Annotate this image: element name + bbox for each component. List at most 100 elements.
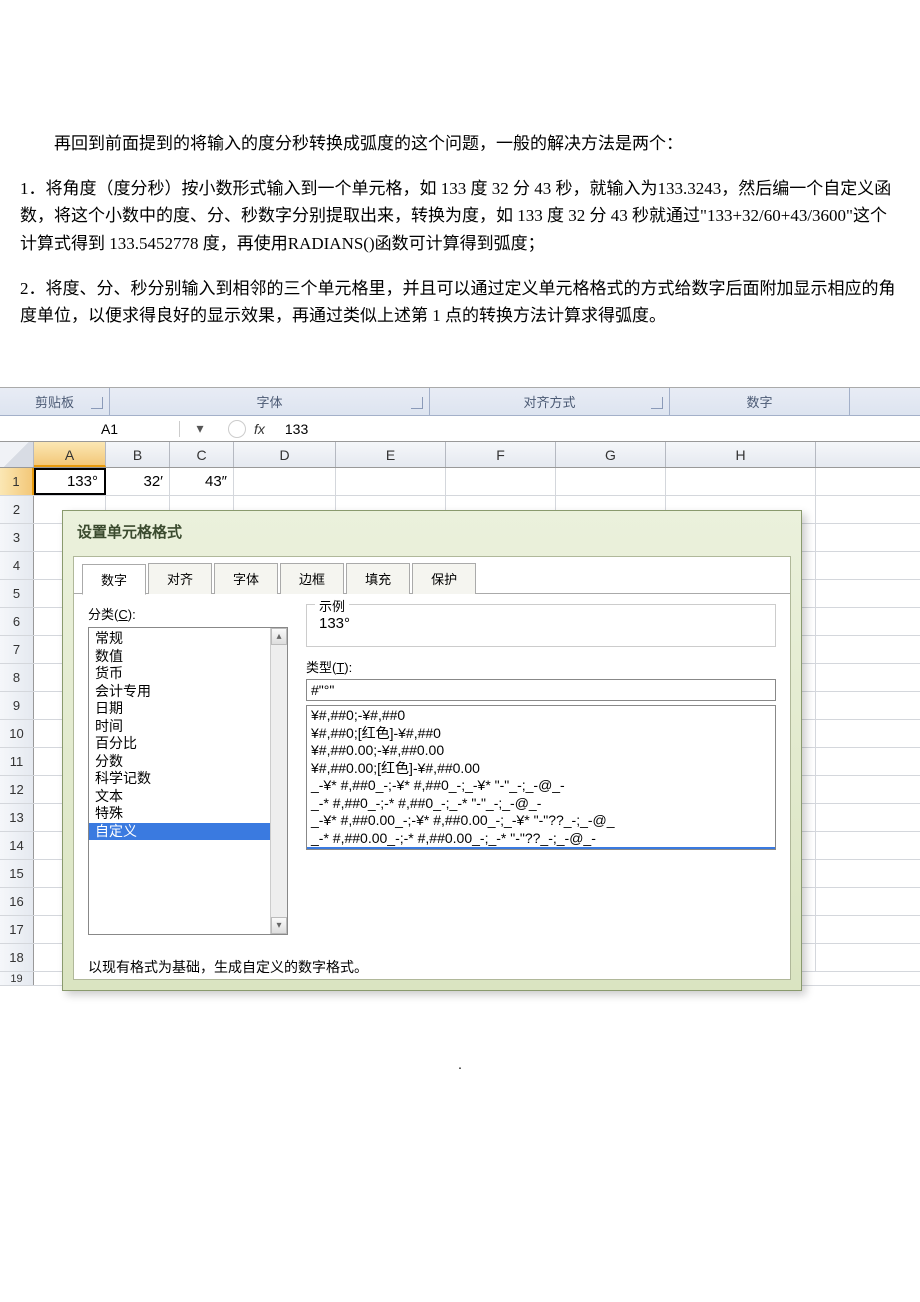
ribbon-group-font[interactable]: 字体 — [110, 388, 430, 415]
page-footer: . — [0, 1028, 920, 1084]
select-all-corner[interactable] — [0, 442, 34, 467]
category-item[interactable]: 特殊 — [89, 805, 287, 823]
type-listbox[interactable]: ¥#,##0;-¥#,##0 ¥#,##0;[红色]-¥#,##0 ¥#,##0… — [306, 705, 776, 850]
column-header-b[interactable]: B — [106, 442, 170, 467]
excel-screenshot: 剪贴板 字体 对齐方式 数字 A1 ▾ fx 133 A B C D E — [0, 387, 920, 1028]
category-label: 分类(C): — [88, 604, 288, 623]
row-header[interactable]: 3 — [0, 524, 34, 551]
category-scrollbar[interactable]: ▴ ▾ — [270, 628, 287, 934]
document-body: 再回到前面提到的将输入的度分秒转换成弧度的这个问题，一般的解决方法是两个： 1．… — [0, 0, 920, 387]
ribbon-font-label: 字体 — [256, 392, 282, 411]
row-header[interactable]: 2 — [0, 496, 34, 523]
category-item[interactable]: 百分比 — [89, 735, 287, 753]
column-header-a[interactable]: A — [34, 442, 106, 467]
name-box[interactable]: A1 — [0, 421, 180, 437]
example-label: 示例 — [315, 596, 349, 615]
ribbon-number-label: 数字 — [746, 392, 772, 411]
type-item[interactable]: _-* #,##0.00_-;-* #,##0.00_-;_-* "-"??_-… — [307, 830, 775, 848]
cell-b1[interactable]: 32′ — [106, 468, 170, 495]
tab-protection[interactable]: 保护 — [412, 563, 476, 594]
tab-font[interactable]: 字体 — [214, 563, 278, 594]
type-input[interactable] — [306, 679, 776, 701]
row-header[interactable]: 5 — [0, 580, 34, 607]
column-header-c[interactable]: C — [170, 442, 234, 467]
cell-a1[interactable]: 133° — [34, 468, 106, 495]
ribbon-group-alignment[interactable]: 对齐方式 — [430, 388, 670, 415]
row-header[interactable]: 17 — [0, 916, 34, 943]
fx-icon[interactable]: fx — [254, 421, 265, 437]
cell[interactable] — [666, 468, 816, 495]
namebox-dropdown-icon[interactable]: ▾ — [180, 420, 220, 437]
category-listbox[interactable]: 常规 数值 货币 会计专用 日期 时间 百分比 分数 科学记数 文本 特殊 — [88, 627, 288, 935]
row-header[interactable]: 13 — [0, 804, 34, 831]
cell[interactable] — [556, 468, 666, 495]
dialog-launcher-icon[interactable] — [411, 397, 423, 409]
category-item[interactable]: 常规 — [89, 630, 287, 648]
row-header[interactable]: 8 — [0, 664, 34, 691]
row-header[interactable]: 7 — [0, 636, 34, 663]
dialog-launcher-icon[interactable] — [91, 397, 103, 409]
category-item-custom[interactable]: 自定义 — [89, 823, 287, 841]
spreadsheet-grid[interactable]: 1 133° 32′ 43″ 2 3 4 5 6 7 8 9 10 11 12 … — [0, 468, 920, 1028]
scroll-up-icon[interactable]: ▴ — [271, 628, 287, 645]
format-cells-dialog: 设置单元格格式 数字 对齐 字体 边框 填充 保护 分类(C): — [62, 510, 802, 991]
column-header-g[interactable]: G — [556, 442, 666, 467]
formula-bar[interactable]: 133 — [285, 421, 308, 437]
row-header[interactable]: 19 — [0, 972, 34, 985]
scroll-down-icon[interactable]: ▾ — [271, 917, 287, 934]
category-item[interactable]: 数值 — [89, 648, 287, 666]
dialog-note: 以现有格式为基础，生成自定义的数字格式。 — [74, 951, 790, 979]
type-item-selected[interactable]: #"°" — [307, 847, 775, 850]
row-header[interactable]: 6 — [0, 608, 34, 635]
ribbon-group-number[interactable]: 数字 — [670, 388, 850, 415]
ribbon-group-clipboard[interactable]: 剪贴板 — [0, 388, 110, 415]
row-header[interactable]: 10 — [0, 720, 34, 747]
tab-fill[interactable]: 填充 — [346, 563, 410, 594]
type-item[interactable]: _-¥* #,##0.00_-;-¥* #,##0.00_-;_-¥* "-"?… — [307, 812, 775, 830]
row-header[interactable]: 11 — [0, 748, 34, 775]
type-item[interactable]: ¥#,##0.00;-¥#,##0.00 — [307, 742, 775, 760]
row-header[interactable]: 16 — [0, 888, 34, 915]
type-item[interactable]: ¥#,##0;-¥#,##0 — [307, 707, 775, 725]
category-item[interactable]: 会计专用 — [89, 683, 287, 701]
tab-border[interactable]: 边框 — [280, 563, 344, 594]
category-item[interactable]: 日期 — [89, 700, 287, 718]
column-header-f[interactable]: F — [446, 442, 556, 467]
cell[interactable] — [446, 468, 556, 495]
tab-alignment[interactable]: 对齐 — [148, 563, 212, 594]
example-area: 示例 133° — [306, 604, 776, 647]
row-header[interactable]: 1 — [0, 468, 34, 495]
ribbon-clipboard-label: 剪贴板 — [35, 392, 74, 411]
ribbon-alignment-label: 对齐方式 — [523, 392, 575, 411]
row-header[interactable]: 4 — [0, 552, 34, 579]
cell-c1[interactable]: 43″ — [170, 468, 234, 495]
column-header-e[interactable]: E — [336, 442, 446, 467]
row-header[interactable]: 18 — [0, 944, 34, 971]
category-item[interactable]: 货币 — [89, 665, 287, 683]
category-item[interactable]: 分数 — [89, 753, 287, 771]
row-header[interactable]: 14 — [0, 832, 34, 859]
tab-number[interactable]: 数字 — [82, 564, 146, 595]
cell[interactable] — [336, 468, 446, 495]
type-item[interactable]: ¥#,##0;[红色]-¥#,##0 — [307, 725, 775, 743]
row-header[interactable]: 15 — [0, 860, 34, 887]
dialog-launcher-icon[interactable] — [651, 397, 663, 409]
paragraph-intro: 再回到前面提到的将输入的度分秒转换成弧度的这个问题，一般的解决方法是两个： — [20, 130, 900, 157]
row-header[interactable]: 12 — [0, 776, 34, 803]
row-header[interactable]: 9 — [0, 692, 34, 719]
example-value: 133° — [317, 611, 765, 636]
paragraph-method-2: 2．将度、分、秒分别输入到相邻的三个单元格里，并且可以通过定义单元格格式的方式给… — [20, 275, 900, 329]
type-item[interactable]: _-¥* #,##0_-;-¥* #,##0_-;_-¥* "-"_-;_-@_… — [307, 777, 775, 795]
category-item[interactable]: 文本 — [89, 788, 287, 806]
fx-cancel-icon[interactable] — [228, 420, 246, 438]
dialog-title: 设置单元格格式 — [63, 511, 801, 552]
type-item[interactable]: ¥#,##0.00;[红色]-¥#,##0.00 — [307, 760, 775, 778]
type-label: 类型(T): — [306, 657, 776, 676]
type-item[interactable]: _-* #,##0_-;-* #,##0_-;_-* "-"_-;_-@_- — [307, 795, 775, 813]
category-item[interactable]: 时间 — [89, 718, 287, 736]
category-item[interactable]: 科学记数 — [89, 770, 287, 788]
paragraph-method-1: 1．将角度（度分秒）按小数形式输入到一个单元格，如 133 度 32 分 43 … — [20, 175, 900, 257]
column-header-h[interactable]: H — [666, 442, 816, 467]
cell[interactable] — [234, 468, 336, 495]
column-header-d[interactable]: D — [234, 442, 336, 467]
